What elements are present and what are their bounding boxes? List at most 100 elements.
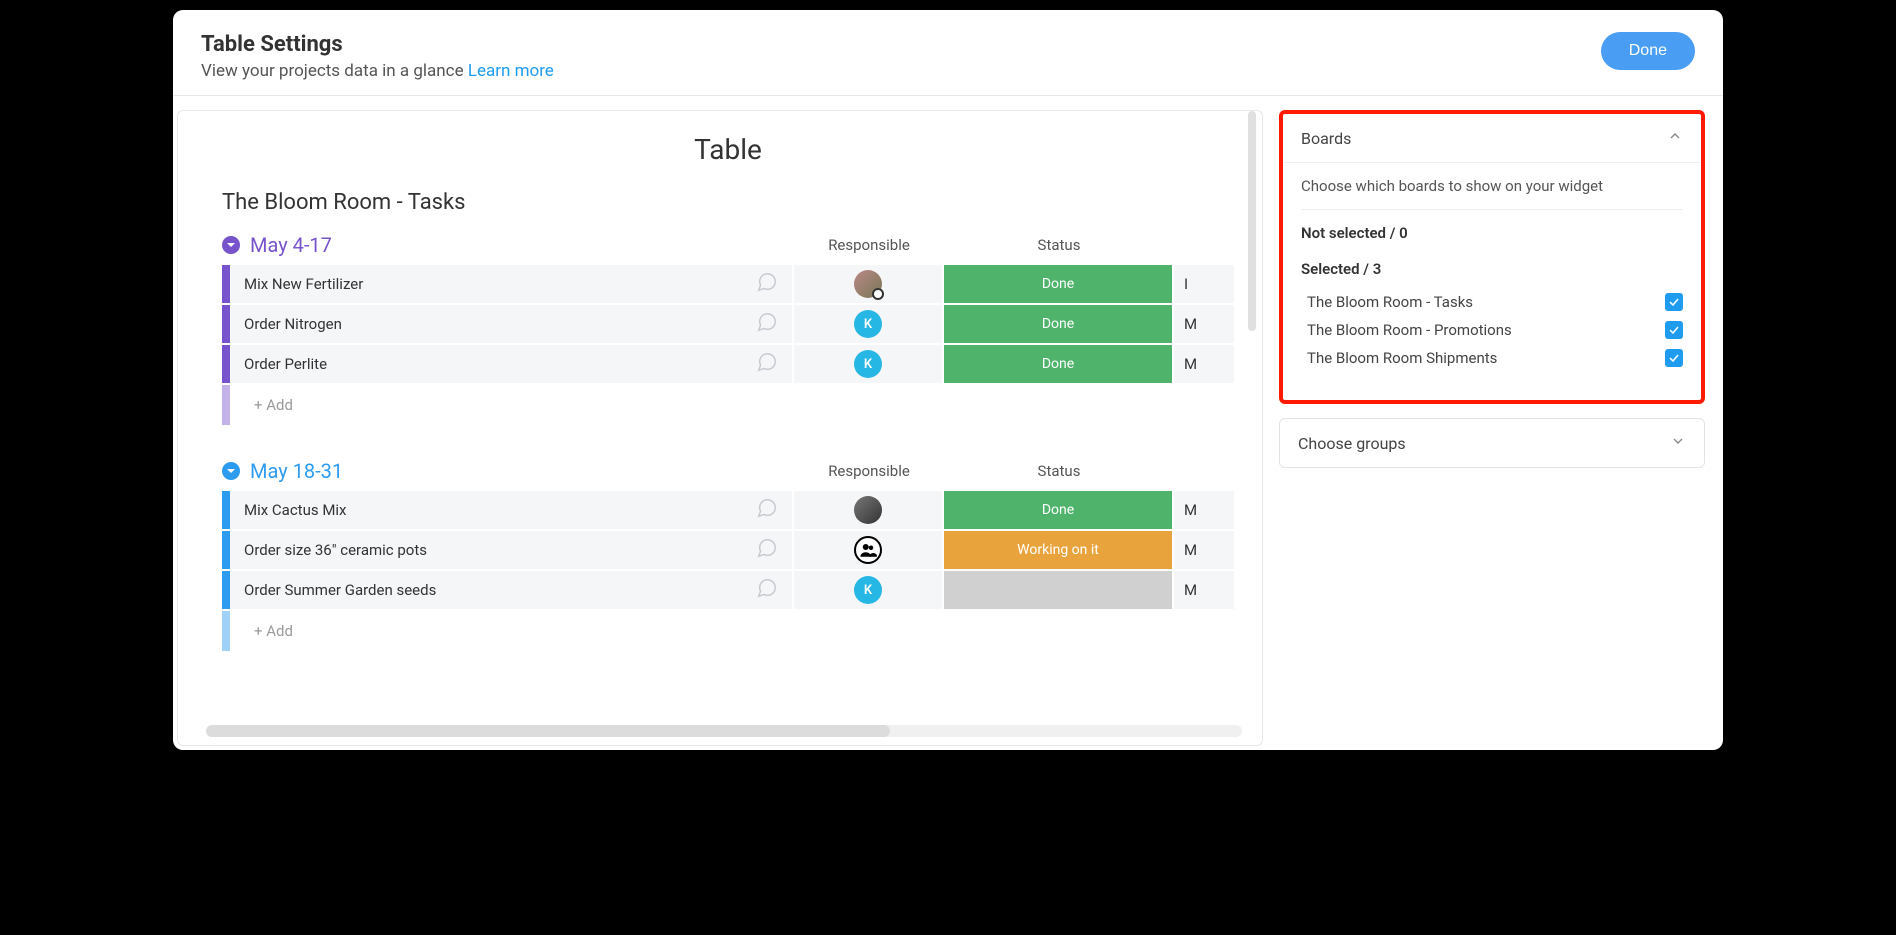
avatar[interactable]: K	[854, 310, 882, 338]
subtitle-text: View your projects data in a glance	[201, 61, 468, 81]
avatar[interactable]: K	[854, 576, 882, 604]
row-name: Mix New Fertilizer	[244, 275, 363, 293]
column-headers: Responsible Status	[794, 236, 1234, 254]
row-name-cell[interactable]: Order size 36" ceramic pots	[230, 531, 794, 569]
board-item-label: The Bloom Room Shipments	[1307, 349, 1497, 367]
responsible-cell[interactable]: K	[794, 305, 944, 343]
comment-icon[interactable]	[756, 351, 778, 377]
status-cell[interactable]: Working on it	[944, 531, 1174, 569]
add-label: + Add	[230, 611, 1234, 651]
groups-panel-header[interactable]: Choose groups	[1280, 419, 1704, 467]
horizontal-scrollbar[interactable]	[206, 725, 1242, 737]
chevron-up-icon	[1667, 128, 1683, 148]
comment-icon[interactable]	[756, 271, 778, 297]
learn-more-link[interactable]: Learn more	[468, 61, 554, 81]
extra-cell: I	[1174, 265, 1234, 303]
status-cell[interactable]	[944, 571, 1174, 609]
avatar[interactable]	[854, 496, 882, 524]
avatar[interactable]: K	[854, 350, 882, 378]
board-item[interactable]: The Bloom Room - Tasks	[1301, 288, 1683, 316]
row-color-bar	[222, 265, 230, 303]
row-name-cell[interactable]: Mix New Fertilizer	[230, 265, 794, 303]
extra-cell: M	[1174, 345, 1234, 383]
extra-cell: M	[1174, 491, 1234, 529]
table-row[interactable]: Order Perlite K Done M	[222, 345, 1234, 385]
row-name-cell[interactable]: Order Nitrogen	[230, 305, 794, 343]
done-button[interactable]: Done	[1601, 32, 1695, 70]
responsible-cell[interactable]: K	[794, 345, 944, 383]
row-name-cell[interactable]: Order Perlite	[230, 345, 794, 383]
extra-cell: M	[1174, 531, 1234, 569]
selected-heading: Selected / 3	[1301, 260, 1683, 278]
table-row[interactable]: Mix Cactus Mix Done M	[222, 491, 1234, 531]
vertical-scrollbar[interactable]	[1248, 111, 1256, 331]
board-item-label: The Bloom Room - Promotions	[1307, 321, 1512, 339]
col-head-status: Status	[944, 236, 1174, 254]
responsible-cell[interactable]	[794, 531, 944, 569]
status-cell[interactable]: Done	[944, 345, 1174, 383]
responsible-cell[interactable]: K	[794, 571, 944, 609]
status-cell[interactable]: Done	[944, 491, 1174, 529]
groups-panel[interactable]: Choose groups	[1279, 418, 1705, 468]
add-row[interactable]: + Add	[222, 611, 1234, 651]
checkbox-checked-icon[interactable]	[1665, 293, 1683, 311]
body: Table The Bloom Room - Tasks May 4-17 Re…	[173, 96, 1723, 746]
add-row[interactable]: + Add	[222, 385, 1234, 425]
row-name: Order size 36" ceramic pots	[244, 541, 427, 559]
col-head-status: Status	[944, 462, 1174, 480]
row-name: Order Nitrogen	[244, 315, 342, 333]
page-title: Table Settings	[201, 32, 554, 57]
column-headers: Responsible Status	[794, 462, 1234, 480]
row-name: Order Perlite	[244, 355, 327, 373]
comment-icon[interactable]	[756, 497, 778, 523]
not-selected-heading: Not selected / 0	[1301, 224, 1683, 242]
comment-icon[interactable]	[756, 537, 778, 563]
avatar-multi[interactable]	[854, 536, 882, 564]
row-name-cell[interactable]: Mix Cactus Mix	[230, 491, 794, 529]
avatar[interactable]: -	[854, 270, 882, 298]
status-cell[interactable]: Done	[944, 305, 1174, 343]
row-color-bar	[222, 611, 230, 651]
responsible-cell[interactable]	[794, 491, 944, 529]
comment-icon[interactable]	[756, 311, 778, 337]
table-row[interactable]: Order size 36" ceramic pots Working on i…	[222, 531, 1234, 571]
collapse-icon[interactable]	[222, 236, 240, 254]
scrollbar-thumb[interactable]	[206, 725, 890, 737]
group-title[interactable]: May 4-17	[250, 233, 332, 257]
row-color-bar	[222, 531, 230, 569]
row-name-cell[interactable]: Order Summer Garden seeds	[230, 571, 794, 609]
groups-panel-title: Choose groups	[1298, 434, 1406, 453]
group-header: May 18-31 Responsible Status	[222, 459, 1234, 483]
board-item[interactable]: The Bloom Room Shipments	[1301, 344, 1683, 372]
settings-window: Table Settings View your projects data i…	[173, 10, 1723, 750]
row-name: Mix Cactus Mix	[244, 501, 347, 519]
comment-icon[interactable]	[756, 577, 778, 603]
sidebar: Boards Choose which boards to show on yo…	[1279, 110, 1705, 746]
checkbox-checked-icon[interactable]	[1665, 349, 1683, 367]
board-name: The Bloom Room - Tasks	[222, 190, 1234, 215]
row-color-bar	[222, 305, 230, 343]
boards-panel-title: Boards	[1301, 129, 1351, 148]
status-cell[interactable]: Done	[944, 265, 1174, 303]
table-row[interactable]: Mix New Fertilizer - Done I	[222, 265, 1234, 305]
row-color-bar	[222, 385, 230, 425]
extra-cell: M	[1174, 305, 1234, 343]
group-title[interactable]: May 18-31	[250, 459, 343, 483]
responsible-cell[interactable]: -	[794, 265, 944, 303]
header: Table Settings View your projects data i…	[173, 10, 1723, 96]
col-head-responsible: Responsible	[794, 462, 944, 480]
checkbox-checked-icon[interactable]	[1665, 321, 1683, 339]
table-row[interactable]: Order Summer Garden seeds K M	[222, 571, 1234, 611]
group: May 18-31 Responsible Status Mix Cactus …	[222, 459, 1234, 651]
boards-panel: Boards Choose which boards to show on yo…	[1279, 110, 1705, 404]
page-subtitle: View your projects data in a glance Lear…	[201, 61, 554, 81]
boards-panel-header[interactable]: Boards	[1283, 114, 1701, 163]
board-item[interactable]: The Bloom Room - Promotions	[1301, 316, 1683, 344]
table-row[interactable]: Order Nitrogen K Done M	[222, 305, 1234, 345]
collapse-icon[interactable]	[222, 462, 240, 480]
add-label: + Add	[230, 385, 1234, 425]
row-color-bar	[222, 571, 230, 609]
row-name: Order Summer Garden seeds	[244, 581, 436, 599]
boards-panel-description: Choose which boards to show on your widg…	[1301, 177, 1683, 195]
widget-title: Table	[222, 133, 1234, 166]
